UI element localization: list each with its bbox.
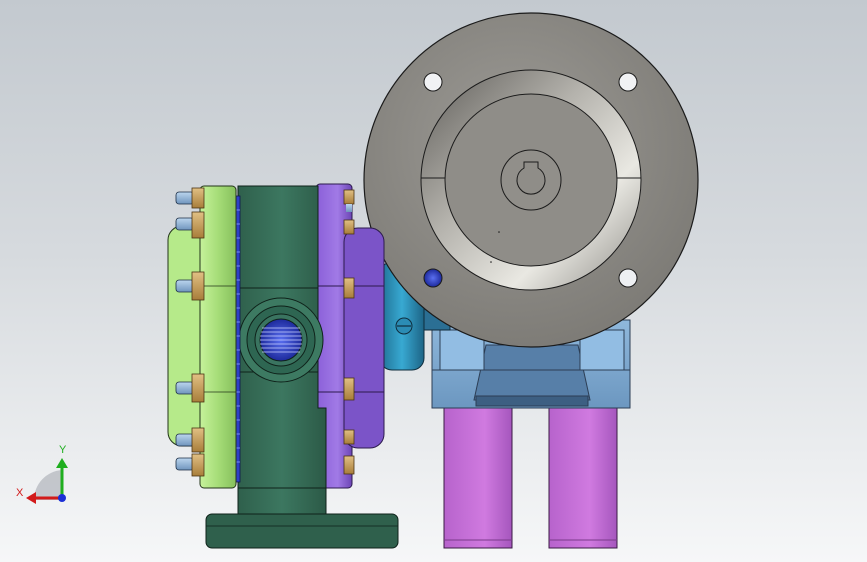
- base-plate[interactable]: [205, 513, 399, 549]
- flange-hole-top-left: [423, 72, 443, 92]
- bolt-icon: [175, 453, 205, 477]
- support-feet[interactable]: [443, 397, 618, 549]
- bolt-icon: [343, 455, 355, 475]
- right-foot[interactable]: [548, 397, 618, 549]
- cad-viewport[interactable]: Y X: [0, 0, 867, 562]
- motor-flange[interactable]: [363, 12, 699, 348]
- flange-hole-bottom-right: [618, 268, 638, 288]
- port-thread-icon: [260, 327, 302, 353]
- y-axis-label: Y: [59, 444, 67, 456]
- bolt-icon: [343, 219, 355, 235]
- z-axis-dot: [58, 494, 66, 502]
- left-foot[interactable]: [443, 397, 513, 549]
- x-axis-label: X: [16, 487, 24, 499]
- bolt-icon: [343, 377, 355, 401]
- coordinate-triad[interactable]: Y X: [16, 444, 68, 504]
- bolt-icon: [175, 187, 205, 209]
- flange-hole-top-right: [618, 72, 638, 92]
- pump-assembly-model[interactable]: Y X: [0, 0, 867, 562]
- flange-hole-bottom-left: [423, 268, 443, 288]
- bolt-icon: [343, 277, 355, 299]
- bolt-icon: [343, 429, 355, 445]
